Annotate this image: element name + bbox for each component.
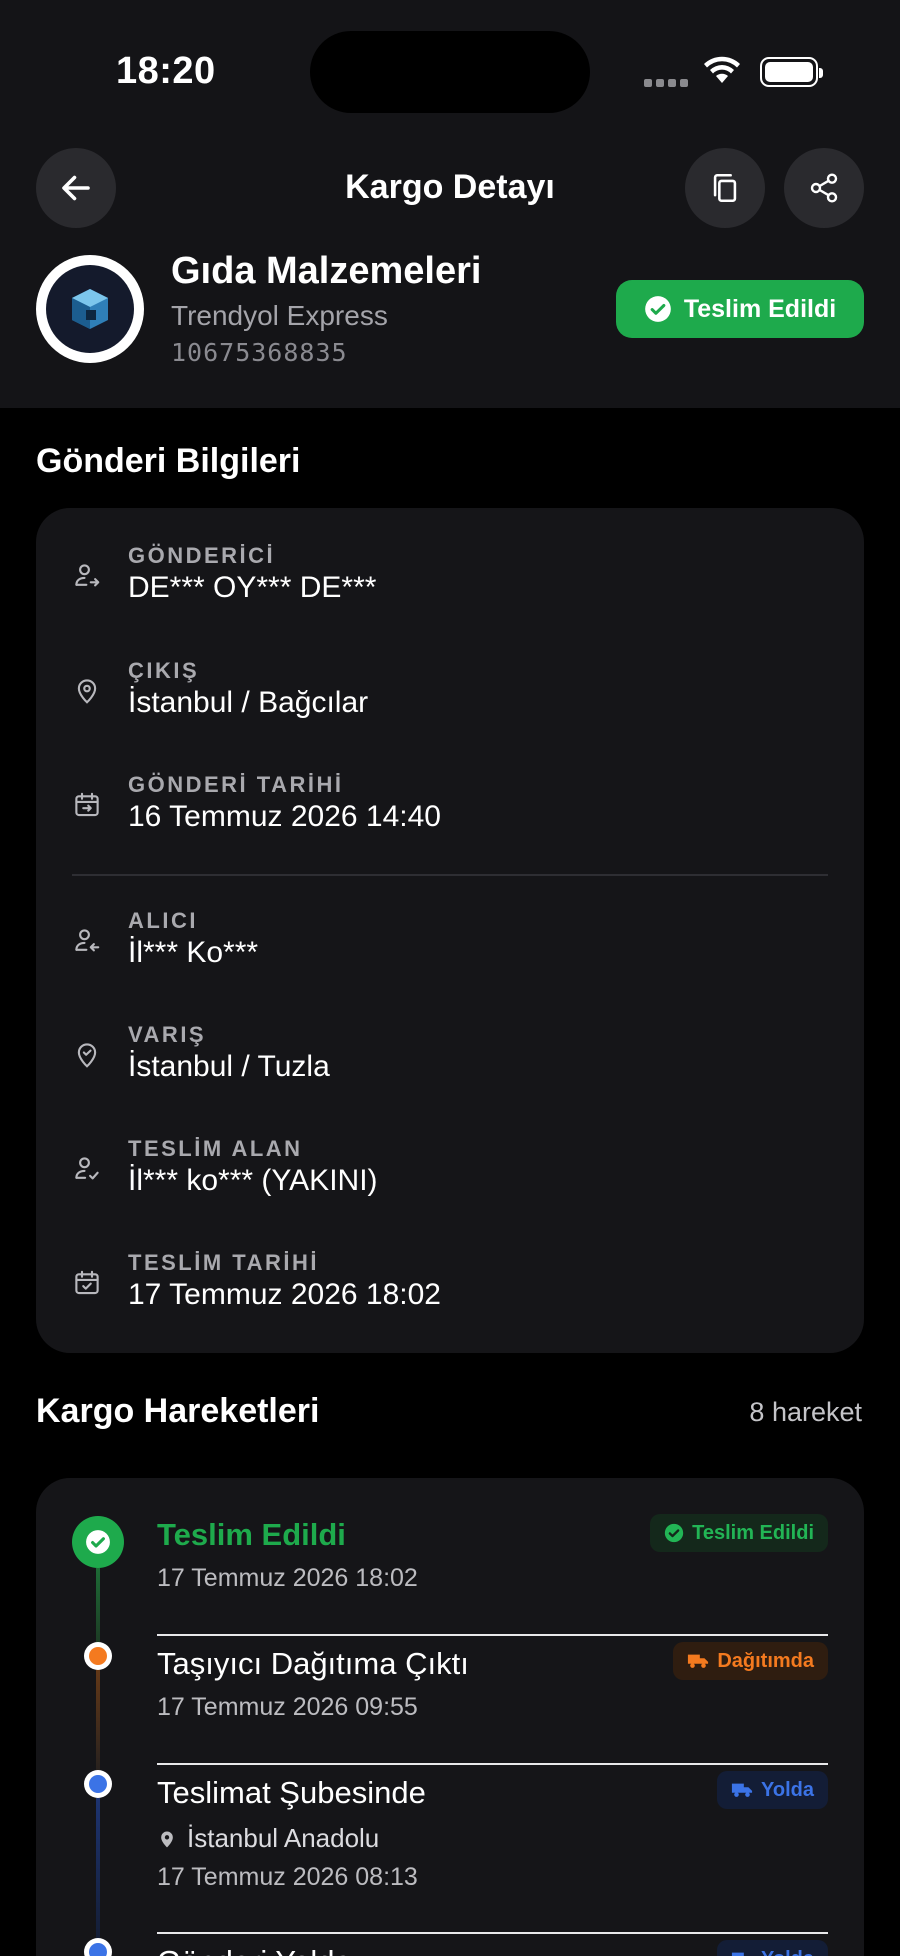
info-row-recipient: ALICI İl*** Ko*** [36, 908, 864, 988]
package-box-icon [72, 289, 108, 329]
info-label: TESLİM ALAN [128, 1136, 303, 1161]
user-receive-icon [75, 929, 100, 952]
info-row-origin: ÇIKIŞ İstanbul / Bağcılar [36, 658, 864, 738]
info-value: 16 Temmuz 2026 14:40 [128, 800, 441, 833]
info-value: İstanbul / Bağcılar [128, 686, 369, 719]
copy-button[interactable] [685, 148, 765, 228]
map-pin-check-icon [77, 1043, 97, 1068]
timeline-item-date: 17 Temmuz 2026 18:02 [157, 1564, 418, 1592]
timeline-item-location: İstanbul Anadolu [157, 1823, 379, 1854]
info-divider [72, 874, 828, 876]
info-value: İl*** ko*** (YAKINI) [128, 1164, 378, 1197]
battery-icon [760, 57, 823, 87]
movements-count: 8 hareket [749, 1397, 862, 1427]
timeline-dot-in-transit [84, 1938, 112, 1956]
timeline-item-location-label: İstanbul Anadolu [187, 1823, 380, 1853]
info-row-delivery-date: TESLİM TARİHİ 17 Temmuz 2026 18:02 [36, 1250, 864, 1330]
info-label: ALICI [128, 908, 198, 933]
dynamic-island [310, 31, 590, 113]
timeline-connector [96, 1784, 100, 1944]
info-value: İstanbul / Tuzla [128, 1050, 330, 1083]
check-circle-icon [644, 296, 671, 322]
info-row-destination: VARIŞ İstanbul / Tuzla [36, 1022, 864, 1102]
copy-icon [713, 173, 737, 203]
cellular-signal-icon [644, 79, 688, 87]
calendar-arrow-icon [75, 792, 99, 817]
info-value: İl*** Ko*** [128, 936, 259, 969]
info-row-sender: GÖNDERİCİ DE*** OY*** DE*** [36, 543, 864, 623]
status-bar: 18:20 [0, 0, 900, 140]
timeline-separator [157, 1634, 828, 1636]
check-circle-icon [664, 1523, 684, 1543]
truck-icon [731, 1952, 744, 1956]
info-card: GÖNDERİCİ DE*** OY*** DE*** ÇIKIŞ İstanb… [36, 508, 864, 1353]
truck-icon [731, 1783, 753, 1797]
timeline-badge: Teslim Edildi [650, 1514, 828, 1552]
carrier-name: Trendyol Express [171, 300, 388, 331]
timeline-badge-label: Dağıtımda [717, 1649, 814, 1672]
timeline-item-date: 17 Temmuz 2026 09:55 [157, 1693, 418, 1721]
info-label: ÇIKIŞ [128, 658, 200, 683]
timeline-badge: Dağıtımda [673, 1642, 828, 1680]
wifi-icon [704, 56, 740, 83]
share-icon [810, 173, 838, 203]
timeline-separator [157, 1763, 828, 1765]
info-row-received-by: TESLİM ALAN İl*** ko*** (YAKINI) [36, 1136, 864, 1216]
user-check-icon [75, 1157, 99, 1180]
status-badge: Teslim Edildi [616, 280, 864, 338]
timeline-item-title: Gönderi Yolda [157, 1944, 352, 1956]
timeline-badge-label: Yolda [761, 1948, 814, 1956]
timeline-badge-label: Teslim Edildi [692, 1521, 814, 1544]
header: Kargo Detayı Gıda Malzemeleri Trendyol E… [0, 140, 900, 408]
timeline-dot-out-for-delivery [84, 1642, 112, 1670]
info-value: 17 Temmuz 2026 18:02 [128, 1278, 441, 1311]
timeline-item-title: Teslim Edildi [157, 1517, 346, 1552]
user-send-icon [75, 564, 100, 587]
info-label: GÖNDERİCİ [128, 543, 276, 568]
page-title: Kargo Detayı [345, 168, 555, 206]
timeline-separator [157, 1932, 828, 1934]
timeline-item-title: Taşıyıcı Dağıtıma Çıktı [157, 1646, 469, 1681]
package-title: Gıda Malzemeleri [171, 250, 482, 292]
info-label: GÖNDERİ TARİHİ [128, 772, 344, 797]
movements-card: Teslim Edildi 17 Temmuz 2026 18:02 Tesli… [36, 1478, 864, 1956]
check-icon [86, 1530, 110, 1554]
info-value: DE*** OY*** DE*** [128, 571, 377, 604]
timeline-connector [96, 1656, 100, 1774]
timeline-dot-in-transit [84, 1770, 112, 1798]
timeline-badge: Yolda [717, 1771, 828, 1809]
info-section-title: Gönderi Bilgileri [36, 442, 301, 480]
tracking-number[interactable]: 10675368835 [171, 338, 348, 367]
map-pin-icon [161, 1831, 173, 1847]
status-time: 18:20 [116, 50, 216, 92]
share-button[interactable] [784, 148, 864, 228]
timeline-badge: Yolda [717, 1940, 828, 1956]
timeline-item-date: 17 Temmuz 2026 08:13 [157, 1863, 418, 1891]
truck-icon [688, 1654, 709, 1668]
status-badge-label: Teslim Edildi [683, 294, 837, 323]
info-label: VARIŞ [128, 1022, 207, 1047]
calendar-check-icon [75, 1270, 99, 1295]
info-row-send-date: GÖNDERİ TARİHİ 16 Temmuz 2026 14:40 [36, 772, 864, 852]
timeline-badge-label: Yolda [761, 1778, 814, 1801]
movements-section-title: Kargo Hareketleri [36, 1392, 320, 1430]
map-pin-icon [77, 679, 97, 704]
timeline-connector [96, 1568, 100, 1646]
timeline-dot-delivered [72, 1516, 124, 1568]
info-label: TESLİM TARİHİ [128, 1250, 319, 1275]
timeline-item-title: Teslimat Şubesinde [157, 1775, 426, 1810]
carrier-logo [36, 255, 144, 363]
